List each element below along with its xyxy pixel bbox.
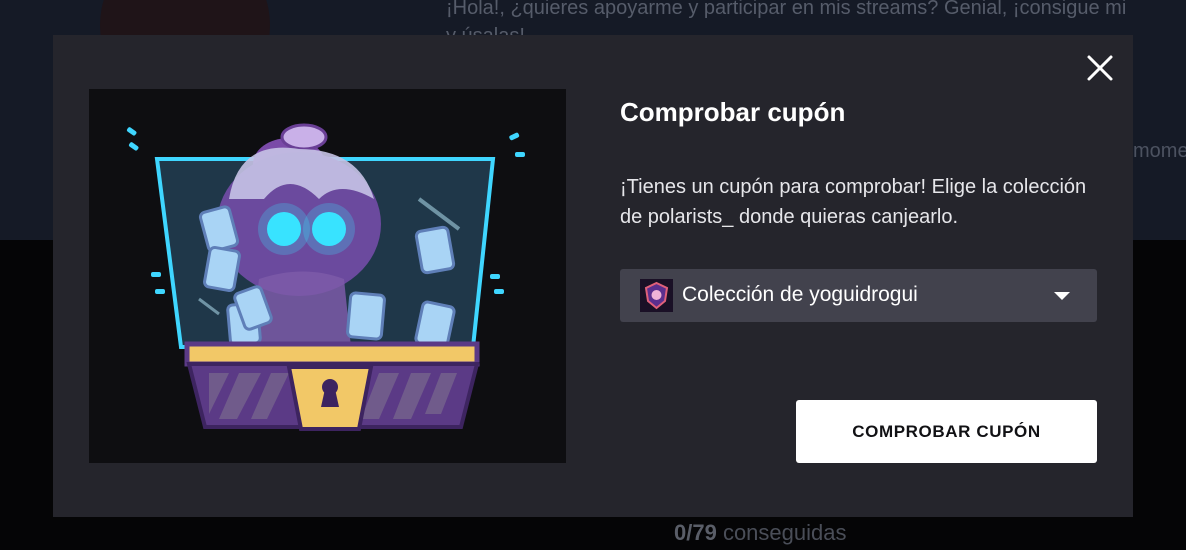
- progress-label: conseguidas: [716, 520, 847, 545]
- collection-badge-icon: [640, 279, 673, 312]
- modal-title: Comprobar cupón: [620, 97, 846, 127]
- background-intro-line-1: ¡Hola!, ¿quieres apoyarme y participar e…: [446, 0, 1127, 19]
- check-coupon-button[interactable]: COMPROBAR CUPÓN: [796, 400, 1097, 463]
- background-progress: 0/79 conseguidas: [674, 520, 846, 546]
- close-button[interactable]: [1083, 51, 1117, 85]
- treasure-chest-illustration: [89, 89, 566, 463]
- chevron-down-icon: [1054, 292, 1070, 300]
- close-icon: [1087, 55, 1113, 81]
- modal-description: ¡Tienes un cupón para comprobar! Elige l…: [620, 176, 1087, 228]
- chest-illustration-svg: [126, 123, 525, 431]
- collection-select-value: Colección de yoguidrogui: [682, 283, 918, 306]
- collection-select[interactable]: Colección de yoguidrogui: [620, 269, 1097, 322]
- progress-count: 0/79: [674, 520, 717, 545]
- background-side-text: momen: [1133, 140, 1186, 162]
